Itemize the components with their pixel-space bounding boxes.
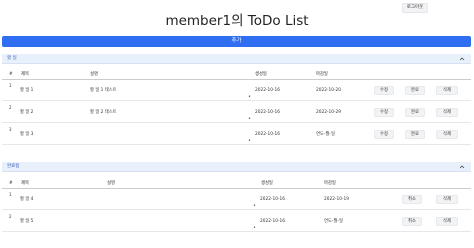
completed-row: 2 할 일 5 • 2022-10-16 연도-월-일 취소 삭제 (2, 212, 471, 232)
col-title: 제목 (21, 181, 29, 186)
completed-row: 1 할 일 4 • 2022-10-16 2022-10-19 취소 삭제 (2, 190, 471, 210)
row-created: 2022-10-16 (260, 197, 285, 202)
row-marker: • (248, 116, 251, 122)
edit-button[interactable]: 수정 (374, 108, 394, 117)
row-marker: • (248, 94, 251, 100)
row-title: 할 일 4 (20, 197, 34, 202)
todo-table-header: # 제목 설명 생성일 마감일 (2, 70, 471, 80)
row-number: 3 (9, 127, 12, 132)
chevron-up-icon[interactable] (459, 56, 465, 62)
row-desc: 할 일 1 테스트 (90, 88, 117, 93)
row-title: 할 일 2 (20, 110, 34, 115)
completed-section-header[interactable]: 완료됨 (2, 162, 471, 172)
row-number: 2 (9, 214, 12, 219)
row-number: 1 (9, 83, 12, 88)
row-created: 2022-10-16 (255, 110, 280, 115)
add-todo-button[interactable]: 추가 (2, 36, 471, 47)
todo-row: 2 할 일 2 할 일 2 테스트 • 2022-10-16 2022-10-2… (2, 103, 471, 123)
edit-button[interactable]: 수정 (374, 86, 394, 95)
todo-row: 3 할 일 3 • 2022-10-16 연도-월-일 수정 완료 삭제 (2, 125, 471, 145)
row-created: 2022-10-16 (255, 132, 280, 137)
complete-button[interactable]: 완료 (405, 108, 425, 117)
delete-button[interactable]: 삭제 (436, 108, 458, 117)
delete-button[interactable]: 삭제 (436, 195, 458, 204)
todo-row: 1 할 일 1 할 일 1 테스트 • 2022-10-16 2022-10-2… (2, 81, 471, 101)
col-index: # (9, 181, 13, 186)
row-marker: • (248, 138, 251, 144)
col-created: 생성일 (255, 72, 267, 77)
delete-button[interactable]: 삭제 (436, 86, 458, 95)
todo-section-header[interactable]: 할 일 (2, 54, 471, 64)
chevron-up-icon[interactable] (459, 164, 465, 170)
row-number: 2 (9, 105, 12, 110)
cancel-button[interactable]: 취소 (402, 195, 422, 204)
row-due: 2022-10-29 (316, 110, 341, 115)
row-number: 1 (9, 192, 12, 197)
row-due: 2022-10-20 (316, 88, 341, 93)
delete-button[interactable]: 삭제 (436, 130, 458, 139)
col-desc: 설명 (90, 72, 98, 77)
row-due: 연도-월-일 (324, 219, 343, 224)
todo-section-title: 할 일 (7, 56, 17, 61)
row-due: 2022-10-19 (324, 197, 349, 202)
row-title: 할 일 3 (20, 132, 34, 137)
row-title: 할 일 1 (20, 88, 34, 93)
row-marker: • (253, 203, 256, 209)
complete-button[interactable]: 완료 (405, 130, 425, 139)
delete-button[interactable]: 삭제 (436, 217, 458, 226)
row-marker: • (253, 225, 256, 231)
completed-section-title: 완료됨 (7, 164, 20, 169)
row-title: 할 일 5 (20, 219, 34, 224)
complete-button[interactable]: 완료 (405, 86, 425, 95)
row-due: 연도-월-일 (316, 132, 335, 137)
completed-table-header: # 제목 설명 생성일 마감일 (2, 179, 471, 189)
cancel-button[interactable]: 취소 (402, 217, 422, 226)
page-title: member1의 ToDo List (165, 13, 309, 29)
edit-button[interactable]: 수정 (374, 130, 394, 139)
col-title: 제목 (21, 72, 29, 77)
col-created: 생성일 (261, 181, 273, 186)
col-due: 마감일 (324, 181, 336, 186)
row-created: 2022-10-16 (255, 88, 280, 93)
row-created: 2022-10-16 (260, 219, 285, 224)
col-due: 마감일 (316, 72, 328, 77)
col-index: # (9, 72, 13, 77)
row-desc: 할 일 2 테스트 (90, 110, 117, 115)
col-desc: 설명 (107, 181, 115, 186)
